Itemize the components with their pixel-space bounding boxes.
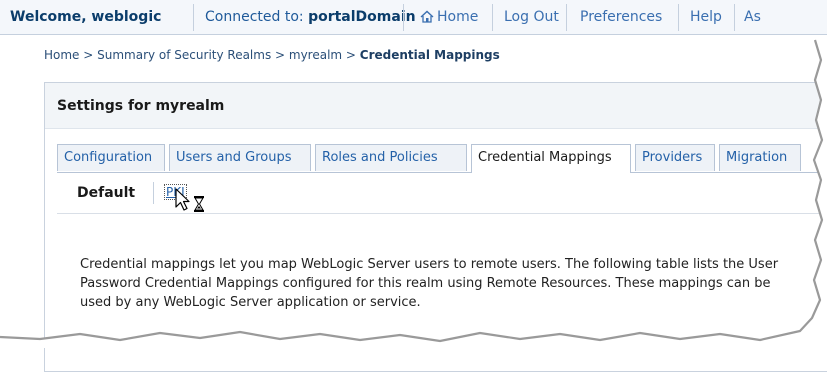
- connection-info: Connected to: portalDomain: [205, 9, 416, 25]
- page-title: Settings for myrealm: [57, 98, 225, 114]
- tab-users-and-groups[interactable]: Users and Groups: [169, 144, 311, 171]
- home-link-label: Home: [437, 9, 479, 25]
- breadcrumb-current: Credential Mappings: [359, 48, 500, 62]
- divider: [193, 4, 194, 31]
- home-icon: [420, 10, 434, 23]
- welcome-text: Welcome, weblogic: [10, 9, 162, 25]
- divider: [492, 4, 493, 31]
- help-link[interactable]: Help: [690, 9, 722, 25]
- subtab-bar: Default PKI: [57, 173, 827, 214]
- tab-credential-mappings[interactable]: Credential Mappings: [471, 144, 631, 173]
- divider: [153, 182, 154, 204]
- settings-panel: Settings for myrealm Configuration Users…: [44, 82, 827, 372]
- connected-label: Connected to:: [205, 9, 304, 25]
- breadcrumb: Home > Summary of Security Realms > myre…: [44, 48, 500, 62]
- connected-domain: portalDomain: [308, 9, 416, 25]
- tab-configuration[interactable]: Configuration: [57, 144, 165, 171]
- description-text: Credential mappings let you map WebLogic…: [80, 257, 779, 310]
- divider: [734, 4, 735, 31]
- tab-providers[interactable]: Providers: [635, 144, 715, 171]
- logout-link[interactable]: Log Out: [504, 9, 559, 25]
- home-link[interactable]: Home: [420, 9, 478, 25]
- divider: [678, 4, 679, 31]
- tab-roles-and-policies[interactable]: Roles and Policies: [315, 144, 467, 171]
- subtab-default[interactable]: Default: [77, 185, 135, 201]
- divider: [403, 4, 404, 31]
- panel-header: Settings for myrealm: [45, 83, 827, 129]
- tab-migration[interactable]: Migration: [719, 144, 801, 171]
- busy-cursor-icon: [175, 188, 209, 214]
- top-status-bar: Welcome, weblogic Connected to: portalDo…: [0, 0, 827, 35]
- divider: [566, 4, 567, 31]
- ask-link[interactable]: As: [744, 9, 761, 25]
- breadcrumb-path[interactable]: Home > Summary of Security Realms > myre…: [44, 48, 360, 62]
- preferences-link[interactable]: Preferences: [580, 9, 662, 25]
